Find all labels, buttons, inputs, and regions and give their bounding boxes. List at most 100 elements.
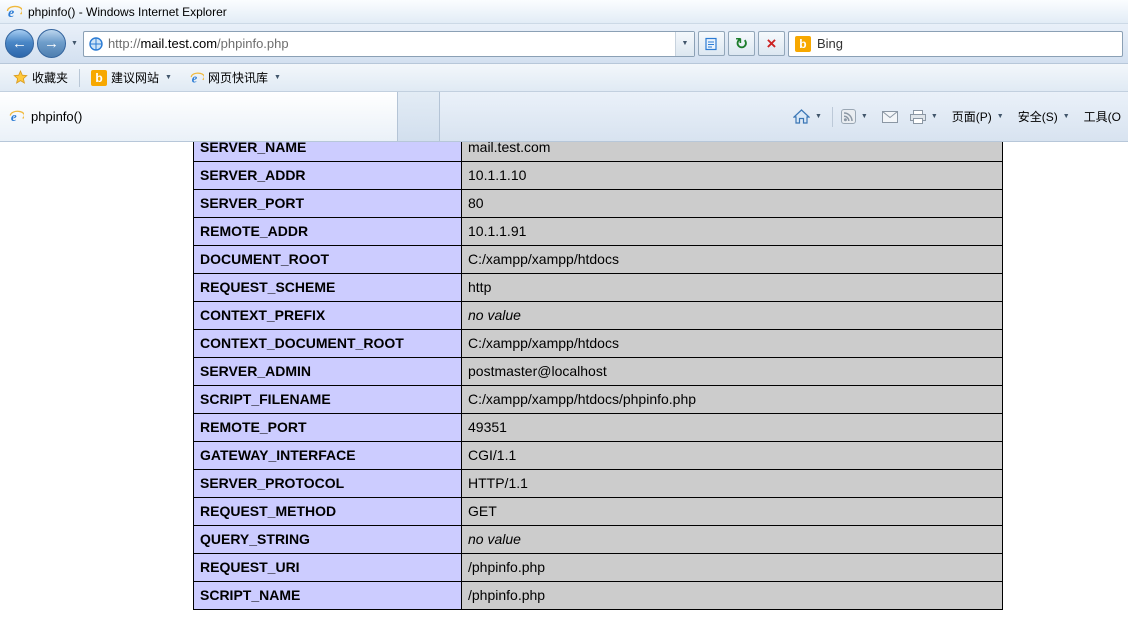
row-name: SERVER_PORT <box>193 189 462 218</box>
row-value: 80 <box>461 189 1003 218</box>
row-name: GATEWAY_INTERFACE <box>193 441 462 470</box>
navigation-bar: ← → ▼ http://mail.test.com/phpinfo.php ▼… <box>0 24 1128 64</box>
stop-icon: × <box>766 34 777 53</box>
divider <box>79 68 81 87</box>
divider <box>831 106 833 127</box>
command-bar: ▼ ▼ ▼ 页面(P) ▼ 安全(S) ▼ 工具(O <box>786 92 1128 141</box>
tab-label: phpinfo() <box>31 109 83 124</box>
table-row: SCRIPT_FILENAME C:/xampp/xampp/htdocs/ph… <box>193 385 1003 414</box>
row-name: CONTEXT_PREFIX <box>193 301 462 330</box>
table-row: SCRIPT_NAME /phpinfo.php <box>193 581 1003 610</box>
window-titlebar: e phpinfo() - Windows Internet Explorer <box>0 0 1128 24</box>
new-tab-stub[interactable] <box>398 92 440 141</box>
table-row: SERVER_NAME mail.test.com <box>193 142 1003 162</box>
chevron-down-icon: ▼ <box>273 74 281 81</box>
favorites-label: 收藏夹 <box>32 71 69 85</box>
address-bar[interactable]: http://mail.test.com/phpinfo.php ▼ <box>82 30 695 57</box>
row-value: 10.1.1.91 <box>461 217 1003 246</box>
row-value: mail.test.com <box>461 142 1003 162</box>
row-name: SCRIPT_FILENAME <box>193 385 462 414</box>
row-value: 49351 <box>461 413 1003 442</box>
refresh-button[interactable]: ↻ <box>727 31 755 56</box>
url-text: http://mail.test.com/phpinfo.php <box>108 36 289 51</box>
row-name: SCRIPT_NAME <box>193 581 462 610</box>
home-button[interactable]: ▼ <box>788 105 829 128</box>
tab-favicon-icon: e <box>9 109 24 124</box>
row-name: REMOTE_ADDR <box>193 217 462 246</box>
chevron-down-icon: ▼ <box>860 113 868 120</box>
compatibility-page-icon <box>705 37 718 50</box>
compatibility-view-button[interactable] <box>697 31 725 56</box>
row-name: REQUEST_URI <box>193 553 462 582</box>
chevron-down-icon: ▼ <box>814 113 822 120</box>
row-value: postmaster@localhost <box>461 357 1003 386</box>
search-engine-label: Bing <box>816 36 843 51</box>
url-path: /phpinfo.php <box>217 36 289 51</box>
table-row: SERVER_PORT 80 <box>193 189 1003 218</box>
safety-menu-button[interactable]: 安全(S) ▼ <box>1013 104 1077 129</box>
table-row: REMOTE_ADDR 10.1.1.91 <box>193 217 1003 246</box>
row-value: no value <box>461 525 1003 554</box>
tab-phpinfo[interactable]: e phpinfo() <box>0 92 398 141</box>
suggested-sites-button[interactable]: b 建议网站 ▼ <box>86 67 179 88</box>
chevron-down-icon: ▼ <box>165 74 172 81</box>
tools-menu-button[interactable]: 工具(O <box>1079 104 1126 129</box>
row-value: CGI/1.1 <box>461 441 1003 470</box>
web-slice-gallery-button[interactable]: e 网页快讯库 ▼ <box>185 67 288 88</box>
ie-page-icon: e <box>190 71 204 85</box>
forward-button[interactable]: → <box>37 29 66 58</box>
print-button[interactable]: ▼ <box>905 106 945 128</box>
favorites-button[interactable]: 收藏夹 <box>8 67 73 88</box>
bing-logo-icon: b <box>794 35 811 52</box>
suggested-sites-label: 建议网站 <box>111 71 160 85</box>
back-arrow-icon: ← <box>12 35 27 52</box>
search-box[interactable]: b Bing <box>787 30 1123 57</box>
row-name: CONTEXT_DOCUMENT_ROOT <box>193 329 462 358</box>
table-row: REQUEST_SCHEME http <box>193 273 1003 302</box>
phpinfo-table: SERVER_NAME mail.test.com SERVER_ADDR 10… <box>193 142 1003 610</box>
stop-button[interactable]: × <box>757 31 785 56</box>
table-row: CONTEXT_DOCUMENT_ROOT C:/xampp/xampp/htd… <box>193 329 1003 358</box>
tools-menu-label: 工具(O <box>1083 110 1121 124</box>
refresh-icon: ↻ <box>734 35 749 53</box>
row-value: 10.1.1.10 <box>461 161 1003 190</box>
printer-icon <box>909 109 926 124</box>
page-menu-label: 页面(P) <box>951 110 992 124</box>
feeds-button[interactable]: ▼ <box>836 105 875 128</box>
table-row: DOCUMENT_ROOT C:/xampp/xampp/htdocs <box>193 245 1003 274</box>
row-name: SERVER_ADDR <box>193 161 462 190</box>
table-row: GATEWAY_INTERFACE CGI/1.1 <box>193 441 1003 470</box>
home-icon <box>792 109 810 124</box>
rss-icon <box>840 109 856 124</box>
row-name: REMOTE_PORT <box>193 413 462 442</box>
safety-menu-label: 安全(S) <box>1017 110 1058 124</box>
row-value: no value <box>461 301 1003 330</box>
browser-viewport: SERVER_NAME mail.test.com SERVER_ADDR 10… <box>0 142 1128 622</box>
table-row: REMOTE_PORT 49351 <box>193 413 1003 442</box>
read-mail-button[interactable] <box>877 107 903 127</box>
row-value: HTTP/1.1 <box>461 469 1003 498</box>
url-scheme: http:// <box>107 36 141 51</box>
page-menu-button[interactable]: 页面(P) ▼ <box>947 104 1011 129</box>
tab-bar: e phpinfo() ▼ ▼ ▼ 页面(P) ▼ 安全(S) ▼ 工具(O <box>0 92 1128 142</box>
address-dropdown-button[interactable]: ▼ <box>674 31 694 56</box>
row-name: SERVER_ADMIN <box>193 357 462 386</box>
web-slice-gallery-label: 网页快讯库 <box>207 71 268 85</box>
row-value: /phpinfo.php <box>461 553 1003 582</box>
row-value: GET <box>461 497 1003 526</box>
table-row: CONTEXT_PREFIX no value <box>193 301 1003 330</box>
table-row: QUERY_STRING no value <box>193 525 1003 554</box>
row-value: C:/xampp/xampp/htdocs <box>461 245 1003 274</box>
row-name: QUERY_STRING <box>193 525 462 554</box>
history-dropdown-button[interactable]: ▼ <box>69 40 80 47</box>
back-button[interactable]: ← <box>5 29 34 58</box>
window-title: phpinfo() - Windows Internet Explorer <box>28 4 227 19</box>
table-row: REQUEST_METHOD GET <box>193 497 1003 526</box>
chevron-down-icon: ▼ <box>930 113 938 120</box>
row-value: http <box>461 273 1003 302</box>
forward-arrow-icon: → <box>44 35 59 52</box>
chevron-down-icon: ▼ <box>681 40 689 47</box>
url-domain: mail.test.com <box>140 36 218 51</box>
suggested-sites-icon: b <box>91 69 108 86</box>
row-name: DOCUMENT_ROOT <box>193 245 462 274</box>
